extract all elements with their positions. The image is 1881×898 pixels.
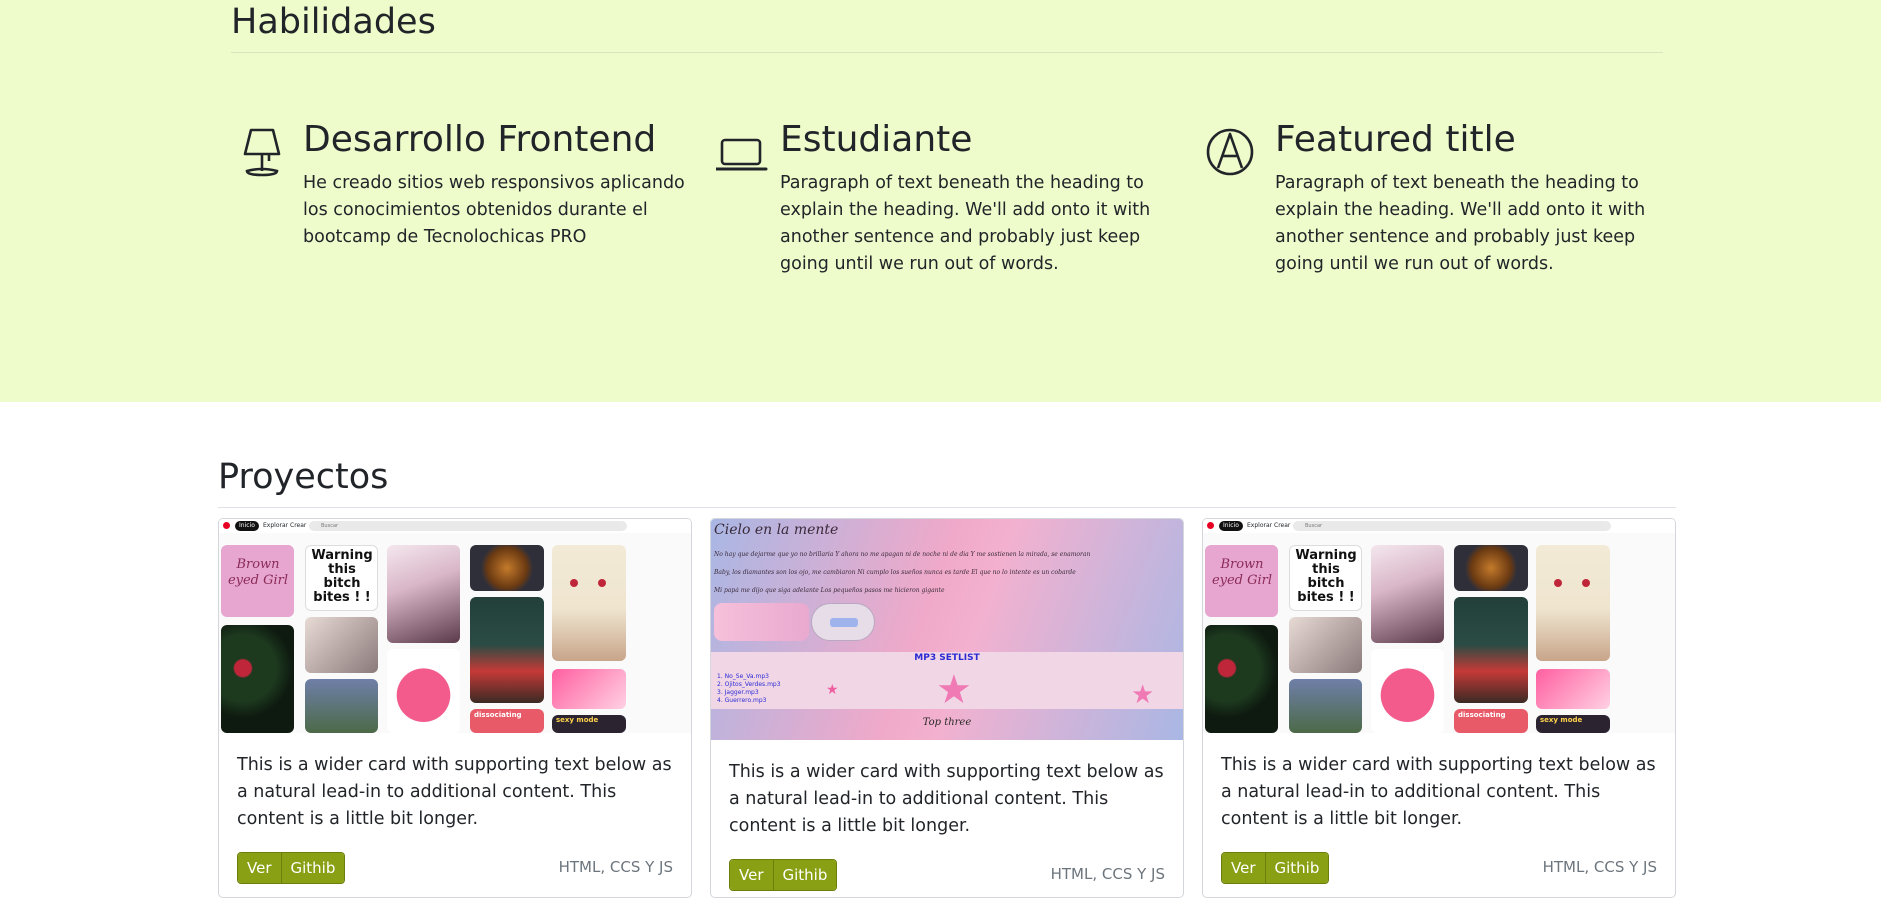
github-button[interactable]: Githib — [280, 853, 345, 883]
card-text: This is a wider card with supporting tex… — [237, 755, 672, 829]
thumb-tile — [221, 625, 294, 733]
laptop-icon — [716, 138, 768, 171]
thumb-tile — [1289, 617, 1362, 673]
thumb-tile-text: Brown eyed Girl — [227, 557, 289, 588]
thumb-tile-text: Brown eyed Girl — [1211, 557, 1273, 588]
thumb-tile — [1289, 679, 1362, 733]
thumb-tile — [1536, 669, 1610, 709]
thumb-image — [714, 603, 809, 641]
project-thumbnail-pinterest[interactable]: Inicio Explorar Crear Buscar Brown eyed … — [1203, 519, 1675, 733]
thumb-nav-item: Crear — [1274, 522, 1291, 529]
thumb-search: Buscar — [309, 521, 627, 531]
thumb-footer-text: Top three — [922, 717, 972, 728]
projects-divider — [218, 507, 1676, 508]
thumb-navbar: Inicio Explorar Crear Buscar — [219, 519, 691, 533]
view-button[interactable]: Ver — [730, 860, 773, 890]
github-button[interactable]: Githib — [772, 860, 837, 890]
thumb-tile — [1371, 545, 1444, 643]
view-button[interactable]: Ver — [1222, 853, 1265, 883]
card-tech-label: HTML, CCS Y JS — [558, 858, 673, 876]
thumb-playlist: MP3 SETLIST 1. No_Se_Va.mp3 2. Ojitos_Ve… — [711, 652, 1183, 713]
card-text: This is a wider card with supporting tex… — [1221, 755, 1656, 829]
thumb-nav-item: Inicio — [235, 521, 259, 531]
thumb-navbar: Inicio Explorar Crear Buscar — [1203, 519, 1675, 533]
thumb-playlist-item: 1. No_Se_Va.mp3 — [717, 673, 769, 680]
thumb-tile — [1454, 545, 1528, 591]
thumb-image — [811, 603, 875, 641]
star-icon: ★ — [936, 667, 972, 713]
thumb-tile — [552, 669, 626, 709]
thumb-tile-text: dissociating — [474, 711, 522, 719]
feature-title: Estudiante — [780, 119, 973, 160]
thumb-tile — [387, 649, 460, 733]
card-tech-label: HTML, CCS Y JS — [1050, 865, 1165, 883]
thumb-tile — [470, 597, 544, 703]
card-button-group: Ver Githib — [729, 859, 838, 891]
thumb-tile — [305, 679, 378, 733]
card-button-group: Ver Githib — [1221, 852, 1330, 884]
thumb-tile — [470, 545, 544, 591]
view-button[interactable]: Ver — [238, 853, 281, 883]
thumb-tile-text: dissociating — [1458, 711, 1506, 719]
thumb-playlist-title: MP3 SETLIST — [914, 653, 980, 663]
thumb-nav-item: Explorar — [1247, 522, 1273, 529]
pinterest-logo-icon — [1207, 522, 1214, 529]
thumb-tile: sexy mode — [1536, 715, 1610, 733]
thumb-playlist-item: 2. Ojitos_Verdes.mp3 — [717, 681, 781, 688]
card-tech-label: HTML, CCS Y JS — [1542, 858, 1657, 876]
pen-circle-icon — [1206, 128, 1254, 176]
feature-title: Desarrollo Frontend — [303, 119, 657, 160]
star-icon: ★ — [1131, 680, 1155, 710]
feature-title: Featured title — [1275, 119, 1516, 160]
project-thumbnail-cielo[interactable]: Cielo en la mente No hay que dejarme que… — [711, 519, 1183, 740]
thumb-tile-text: Warning this bitch bites ! ! — [311, 548, 373, 605]
thumb-lyric-line: No hay que dejarme que yo no brillaria Y… — [714, 551, 1091, 558]
pinterest-logo-icon — [223, 522, 230, 529]
thumb-nav-item: Inicio — [1219, 521, 1243, 531]
project-card: Inicio Explorar Crear Buscar Brown eyed … — [1202, 518, 1676, 898]
thumb-tile: Warning this bitch bites ! ! — [1289, 545, 1362, 611]
feature-text: He creado sitios web responsivos aplican… — [303, 173, 685, 247]
thumb-tile — [1454, 597, 1528, 703]
thumb-tile-text: sexy mode — [556, 716, 599, 724]
thumb-playlist-item: 3. Jagger.mp3 — [717, 689, 759, 696]
thumb-tile — [387, 545, 460, 643]
thumb-tile: sexy mode — [552, 715, 626, 733]
thumb-tile: dissociating — [470, 709, 544, 733]
project-card: Cielo en la mente No hay que dejarme que… — [710, 518, 1184, 898]
thumb-tile: Brown eyed Girl — [221, 545, 294, 617]
skills-divider — [231, 52, 1663, 53]
thumb-tile — [1371, 649, 1444, 733]
feature-text: Paragraph of text beneath the heading to… — [780, 173, 1151, 274]
card-button-group: Ver Githib — [237, 852, 346, 884]
thumb-tile — [552, 545, 626, 661]
thumb-search: Buscar — [1293, 521, 1611, 531]
thumb-tile-text: Warning this bitch bites ! ! — [1295, 548, 1357, 605]
thumb-tile — [1205, 625, 1278, 733]
thumb-tile: dissociating — [1454, 709, 1528, 733]
lamp-icon — [243, 128, 281, 177]
projects-title: Proyectos — [218, 457, 389, 497]
thumb-nav-item: Explorar — [263, 522, 289, 529]
thumb-nav-item: Crear — [290, 522, 307, 529]
feature-text: Paragraph of text beneath the heading to… — [1275, 173, 1646, 274]
thumb-title: Cielo en la mente — [714, 522, 839, 538]
thumb-tile: Warning this bitch bites ! ! — [305, 545, 378, 611]
thumb-tile — [305, 617, 378, 673]
project-thumbnail-pinterest[interactable]: Inicio Explorar Crear Buscar Brown eyed … — [219, 519, 691, 733]
star-icon: ★ — [826, 682, 839, 698]
thumb-tile: Brown eyed Girl — [1205, 545, 1278, 617]
project-card: Inicio Explorar Crear Buscar Brown eyed … — [218, 518, 692, 898]
thumb-playlist-item: 4. Guerrero.mp3 — [717, 697, 767, 704]
skills-title: Habilidades — [231, 2, 436, 42]
thumb-lyric-line: Mi papá me dijo que siga adelante Los pe… — [714, 587, 945, 594]
thumb-tile-text: sexy mode — [1540, 716, 1583, 724]
card-text: This is a wider card with supporting tex… — [729, 762, 1164, 836]
thumb-lyric-line: Baby, los diamantes son los ojo, me camb… — [714, 569, 1076, 576]
skills-section: Habilidades Desarrollo Frontend He cread… — [0, 0, 1881, 402]
github-button[interactable]: Githib — [1264, 853, 1329, 883]
thumb-tile — [1536, 545, 1610, 661]
